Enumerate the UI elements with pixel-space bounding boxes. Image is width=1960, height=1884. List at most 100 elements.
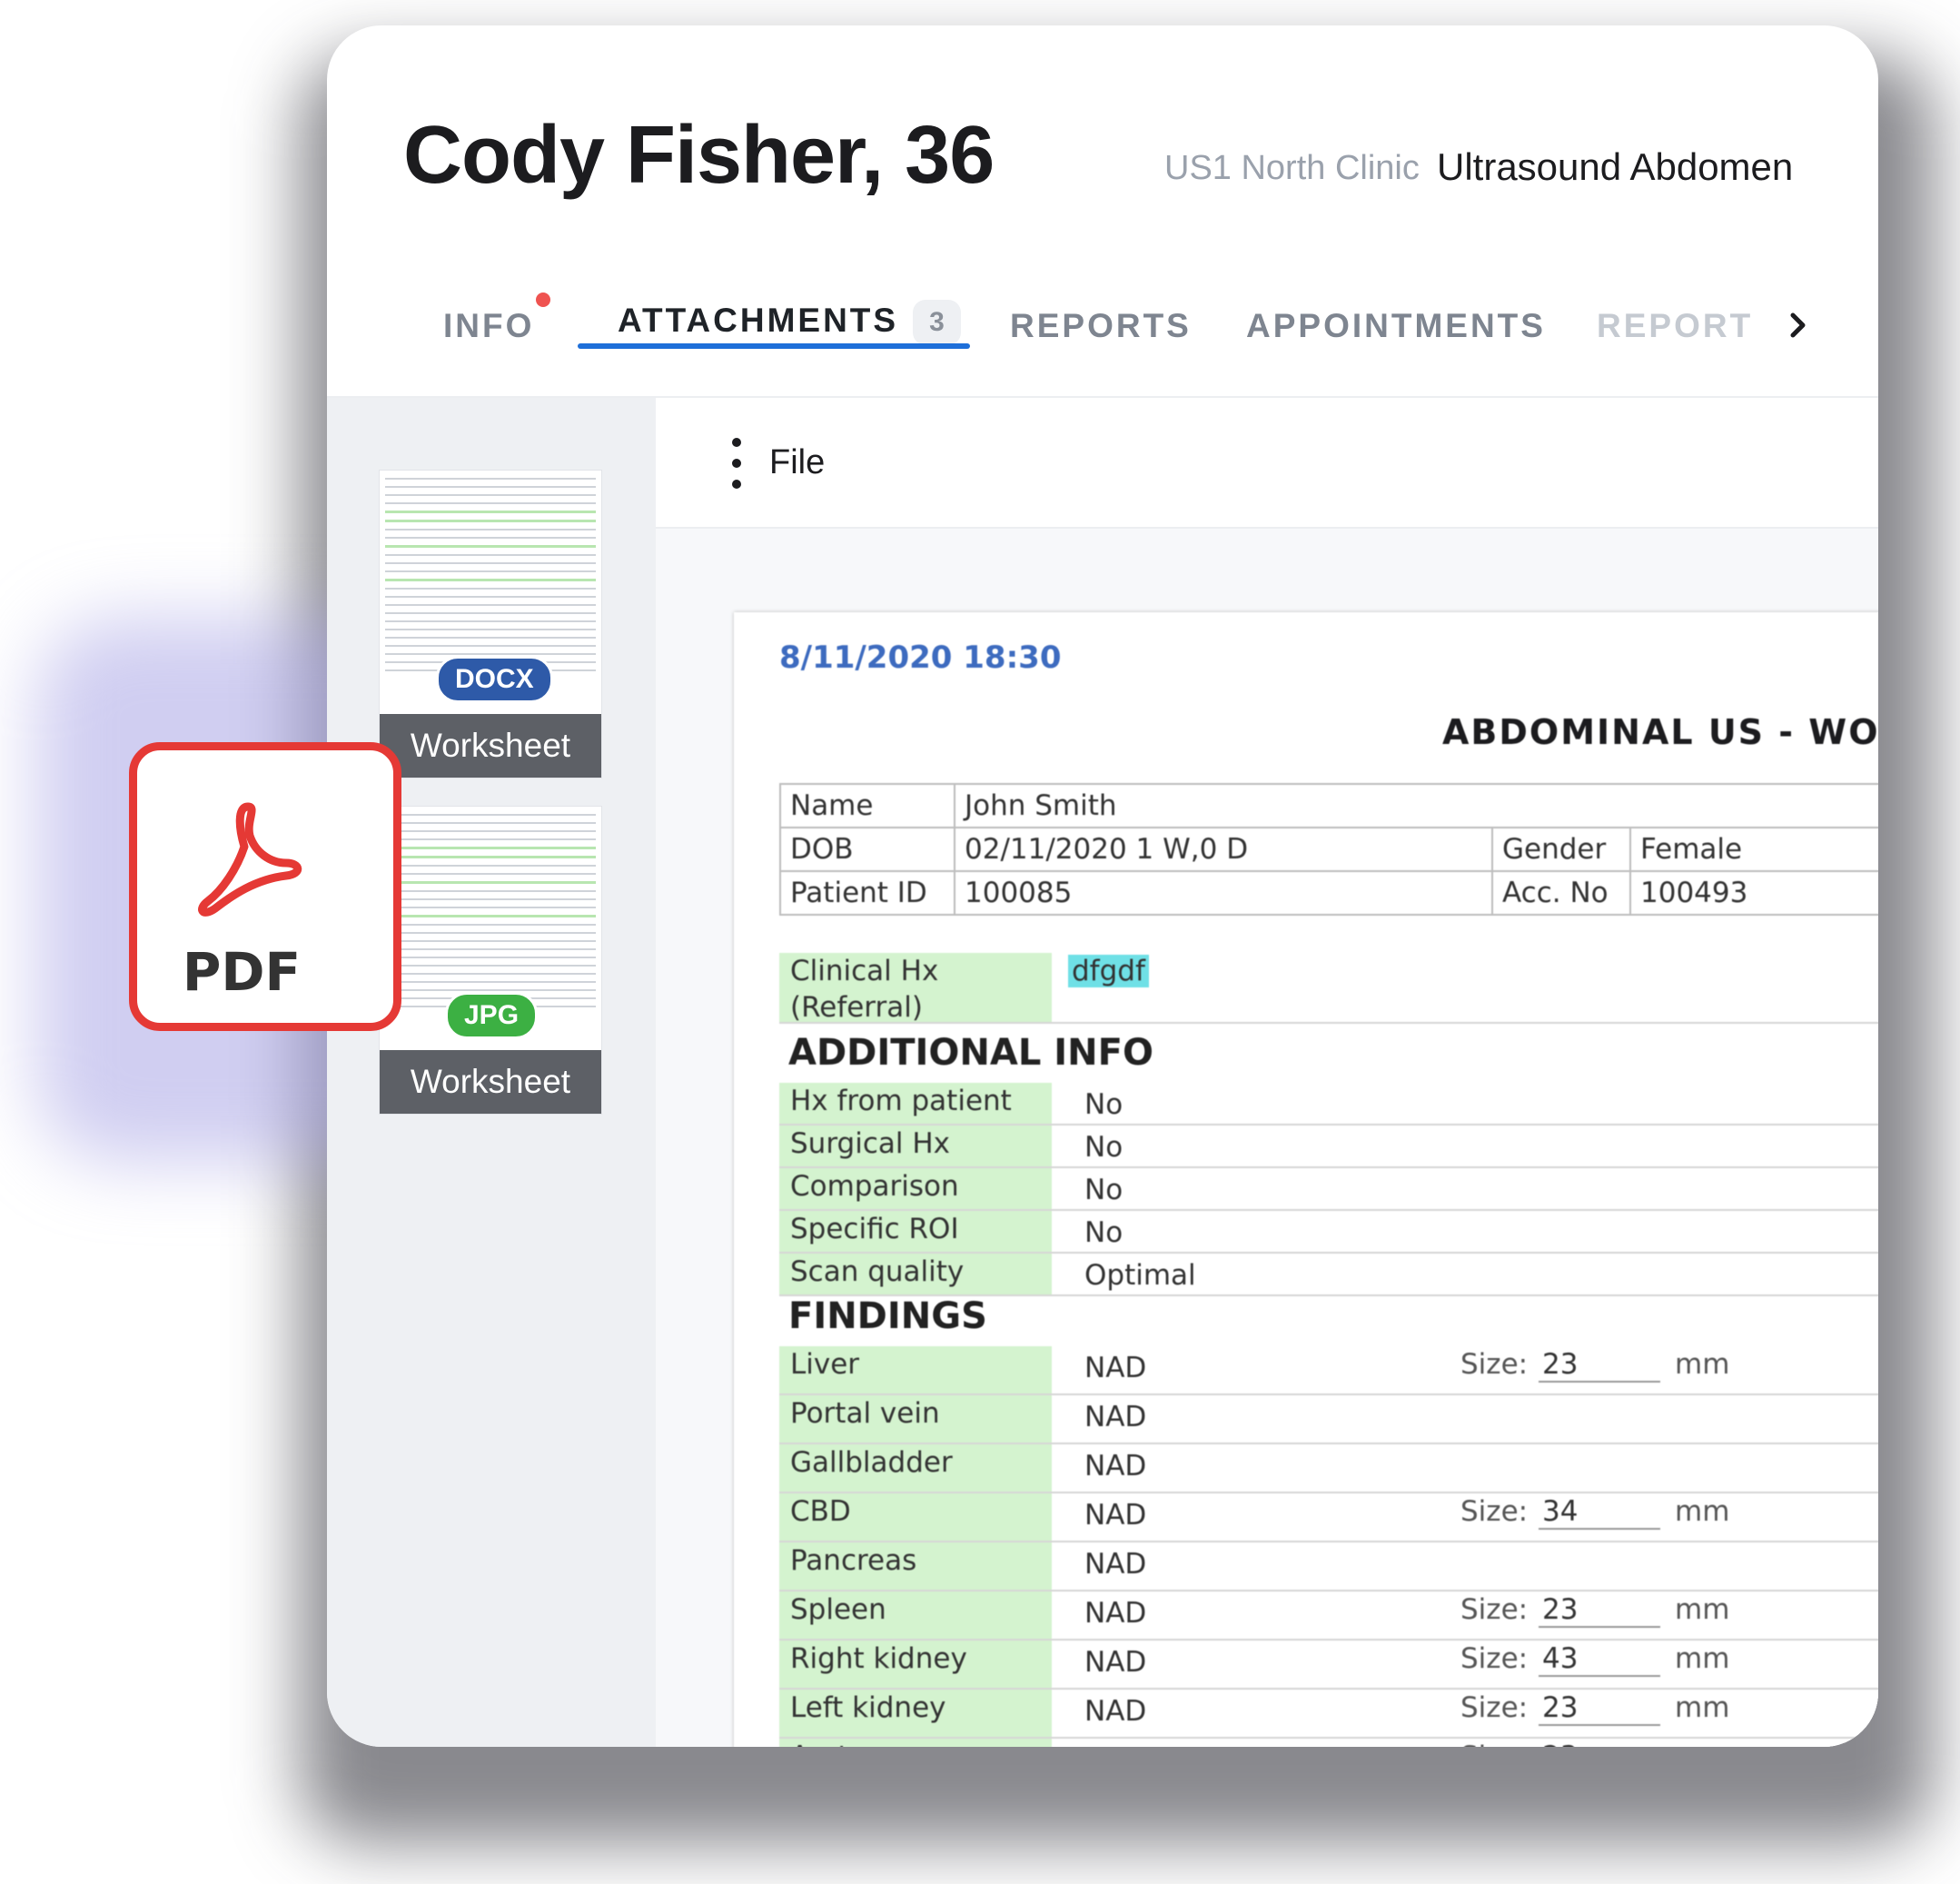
size-value: 23 xyxy=(1539,1593,1660,1628)
document-canvas[interactable]: 8/11/2020 18:30 ABDOMINAL US - WO Name J… xyxy=(656,529,1878,1747)
docx-file-badge: DOCX xyxy=(436,656,553,703)
finding-value: NAD xyxy=(1084,1499,1147,1532)
thumbnail-preview xyxy=(385,478,596,678)
attachments-sidebar: DOCX Worksheet JPG Worksheet xyxy=(327,398,656,1747)
pdf-label: PDF xyxy=(182,941,302,1003)
size-unit: mm xyxy=(1675,1642,1730,1675)
document-viewer: File 8/11/2020 18:30 ABDOMINAL US - WO N… xyxy=(656,398,1878,1747)
additional-info-rows: Hx from patient No Surgical Hx No Comparison… xyxy=(779,1083,1878,1296)
attachment-label: Worksheet xyxy=(380,714,601,778)
size-unit: mm xyxy=(1675,1740,1729,1747)
additional-info-heading: ADDITIONAL INFO xyxy=(788,1032,1153,1074)
patient-info-table: Name John Smith DOB 02/11/2020 1 W,0 D G… xyxy=(779,783,1878,916)
finding-value: NAD xyxy=(1084,1352,1147,1384)
finding-label: Spleen xyxy=(779,1591,1052,1639)
tab-reports[interactable]: REPORTS xyxy=(1010,307,1192,345)
dob-label: DOB xyxy=(779,827,955,872)
tab-info[interactable]: INFO xyxy=(443,293,551,345)
info-row-value: No xyxy=(1084,1174,1124,1206)
tab-report-partial[interactable]: REPORT xyxy=(1597,307,1753,345)
finding-row: Portal vein NAD xyxy=(779,1395,1878,1444)
exam-name: Ultrasound Abdomen xyxy=(1437,145,1794,188)
info-row-label: Comparison xyxy=(779,1168,1052,1209)
tab-reports-label: REPORTS xyxy=(1010,307,1192,344)
thumbnail-preview xyxy=(385,814,596,1014)
finding-value: NAD xyxy=(1084,1450,1147,1482)
clinical-hx-value: dfgdf xyxy=(1068,955,1149,987)
info-row: Hx from patient No xyxy=(779,1083,1878,1125)
acc-no-value: 100493 xyxy=(1629,870,1878,916)
active-tab-indicator xyxy=(578,343,970,349)
finding-label: Liver xyxy=(779,1346,1052,1393)
tab-attachments[interactable]: ATTACHMENTS 3 xyxy=(618,300,961,345)
info-row-value: No xyxy=(1084,1088,1124,1121)
info-row-label: Specific ROI xyxy=(779,1211,1052,1252)
finding-label: Left kidney xyxy=(779,1690,1052,1737)
finding-row: Spleen NAD Size: 23 mm xyxy=(779,1591,1878,1641)
finding-value: NAD xyxy=(1084,1597,1147,1630)
finding-row: CBD NAD Size: 34 mm xyxy=(779,1493,1878,1542)
size-unit: mm xyxy=(1675,1593,1730,1626)
document-title: ABDOMINAL US - WO xyxy=(1442,712,1878,752)
clinical-hx-row: Clinical Hx (Referral) dfgdf xyxy=(779,953,1878,1024)
finding-label: Gallbladder xyxy=(779,1444,1052,1492)
dob-value: 02/11/2020 1 W,0 D xyxy=(954,827,1493,872)
clinical-hx-label: Clinical Hx (Referral) xyxy=(779,953,1052,1024)
patient-id-value: 100085 xyxy=(954,870,1493,916)
file-menu[interactable]: File xyxy=(769,443,825,482)
info-row-value: Optimal xyxy=(1084,1259,1196,1292)
size-unit: mm xyxy=(1675,1495,1730,1528)
tab-info-label: INFO xyxy=(443,307,535,344)
size-label: Size: xyxy=(1460,1348,1529,1381)
gender-label: Gender xyxy=(1491,827,1631,872)
finding-row: Pancreas NAD xyxy=(779,1542,1878,1591)
finding-value: NAD xyxy=(1084,1695,1147,1728)
info-row-label: Surgical Hx xyxy=(779,1125,1052,1166)
size-label: Size: xyxy=(1460,1495,1529,1528)
finding-value: NAD xyxy=(1084,1744,1146,1747)
jpg-file-badge: JPG xyxy=(445,992,539,1039)
tab-appointments[interactable]: APPOINTMENTS xyxy=(1246,307,1546,345)
attachment-thumbnail-jpg[interactable]: JPG Worksheet xyxy=(380,807,601,1114)
info-row-label: Scan quality xyxy=(779,1254,1052,1294)
finding-row: Aorta NAD Size: 23 mm xyxy=(779,1739,1878,1747)
tab-bar: INFO ATTACHMENTS 3 REPORTS APPOINTMENTS R… xyxy=(327,271,1878,380)
tab-report-label: REPORT xyxy=(1597,307,1754,344)
chevron-right-icon[interactable] xyxy=(1780,307,1816,343)
tab-attachments-label: ATTACHMENTS xyxy=(618,301,899,339)
info-row: Scan quality Optimal xyxy=(779,1254,1878,1296)
viewer-toolbar: File xyxy=(656,398,1878,529)
name-label: Name xyxy=(779,783,955,828)
finding-row: Gallbladder NAD xyxy=(779,1444,1878,1493)
size-value: 23 xyxy=(1539,1740,1660,1747)
info-row: Specific ROI No xyxy=(779,1211,1878,1254)
clinic-name: US1 North Clinic xyxy=(1164,149,1420,187)
size-label: Size: xyxy=(1460,1593,1529,1626)
name-value: John Smith xyxy=(954,783,1878,828)
info-row: Surgical Hx No xyxy=(779,1125,1878,1168)
size-label: Size: xyxy=(1460,1740,1528,1747)
attachment-label: Worksheet xyxy=(380,1050,601,1114)
gender-value: Female xyxy=(1629,827,1878,872)
more-options-icon[interactable] xyxy=(732,438,743,489)
finding-label: CBD xyxy=(779,1493,1052,1541)
finding-value: NAD xyxy=(1084,1401,1147,1433)
info-row-value: No xyxy=(1084,1131,1124,1164)
patient-title: Cody Fisher, 36 xyxy=(403,110,995,201)
attachment-thumbnail-docx[interactable]: DOCX Worksheet xyxy=(380,471,601,778)
size-value: 34 xyxy=(1539,1495,1660,1530)
finding-label: Aorta xyxy=(779,1739,1052,1747)
notification-dot xyxy=(536,293,551,307)
size-value: 23 xyxy=(1539,1348,1660,1383)
finding-label: Right kidney xyxy=(779,1641,1052,1688)
worksheet-document: 8/11/2020 18:30 ABDOMINAL US - WO Name J… xyxy=(734,612,1878,1747)
patient-card: Cody Fisher, 36 US1 North Clinic Ultraso… xyxy=(327,25,1878,1747)
finding-row: Left kidney NAD Size: 23 mm xyxy=(779,1690,1878,1739)
tab-appointments-label: APPOINTMENTS xyxy=(1246,307,1546,344)
size-unit: mm xyxy=(1675,1691,1730,1724)
finding-value: NAD xyxy=(1084,1548,1147,1581)
document-datetime: 8/11/2020 18:30 xyxy=(779,640,1062,676)
info-row: Comparison No xyxy=(779,1168,1878,1211)
size-unit: mm xyxy=(1675,1348,1730,1381)
findings-rows: Liver NAD Size: 23 mm Portal vein NAD Gallbladd… xyxy=(779,1346,1878,1747)
